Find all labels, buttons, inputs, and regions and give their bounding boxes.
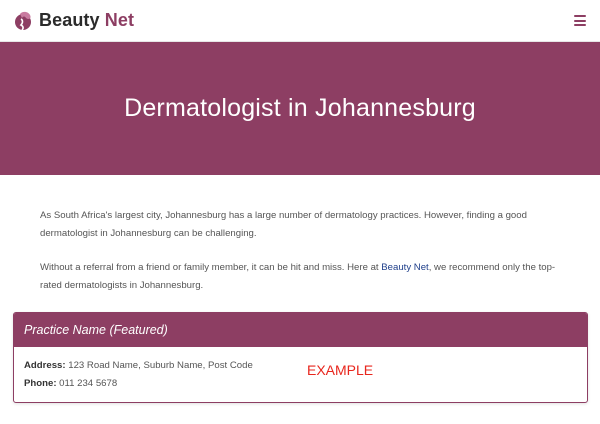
listing-phone: Phone: 011 234 5678 bbox=[24, 375, 577, 393]
listing-card: Practice Name (Featured) Address: 123 Ro… bbox=[13, 312, 588, 403]
brand-name-net: Net bbox=[104, 10, 135, 30]
beauty-face-icon bbox=[15, 11, 31, 31]
listing-body: Address: 123 Road Name, Suburb Name, Pos… bbox=[14, 347, 587, 393]
brand-name: Beauty Net bbox=[39, 10, 134, 31]
phone-label: Phone: bbox=[24, 378, 57, 389]
hamburger-menu-icon[interactable] bbox=[574, 15, 586, 26]
address-value: 123 Road Name, Suburb Name, Post Code bbox=[65, 360, 253, 371]
intro-section: As South Africa's largest city, Johannes… bbox=[0, 175, 600, 295]
brand-name-beauty: Beauty bbox=[39, 10, 105, 30]
menu-bar bbox=[574, 24, 586, 26]
listing-address: Address: 123 Road Name, Suburb Name, Pos… bbox=[24, 357, 577, 375]
referral-text-start: Without a referral from a friend or fami… bbox=[40, 262, 382, 273]
intro-paragraph: As South Africa's largest city, Johannes… bbox=[40, 210, 527, 239]
menu-bar bbox=[574, 19, 586, 22]
menu-bar bbox=[574, 15, 586, 17]
phone-value: 011 234 5678 bbox=[56, 378, 118, 389]
hero-banner: Dermatologist in Johannesburg bbox=[0, 42, 600, 175]
example-badge: EXAMPLE bbox=[307, 362, 374, 378]
page-title: Dermatologist in Johannesburg bbox=[124, 94, 476, 122]
beauty-net-link[interactable]: Beauty Net bbox=[381, 262, 428, 273]
address-label: Address: bbox=[24, 360, 66, 371]
listing-title: Practice Name (Featured) bbox=[14, 313, 587, 347]
referral-paragraph: Without a referral from a friend or fami… bbox=[40, 259, 560, 295]
site-logo[interactable]: Beauty Net bbox=[13, 10, 134, 32]
site-header: Beauty Net bbox=[0, 0, 600, 42]
